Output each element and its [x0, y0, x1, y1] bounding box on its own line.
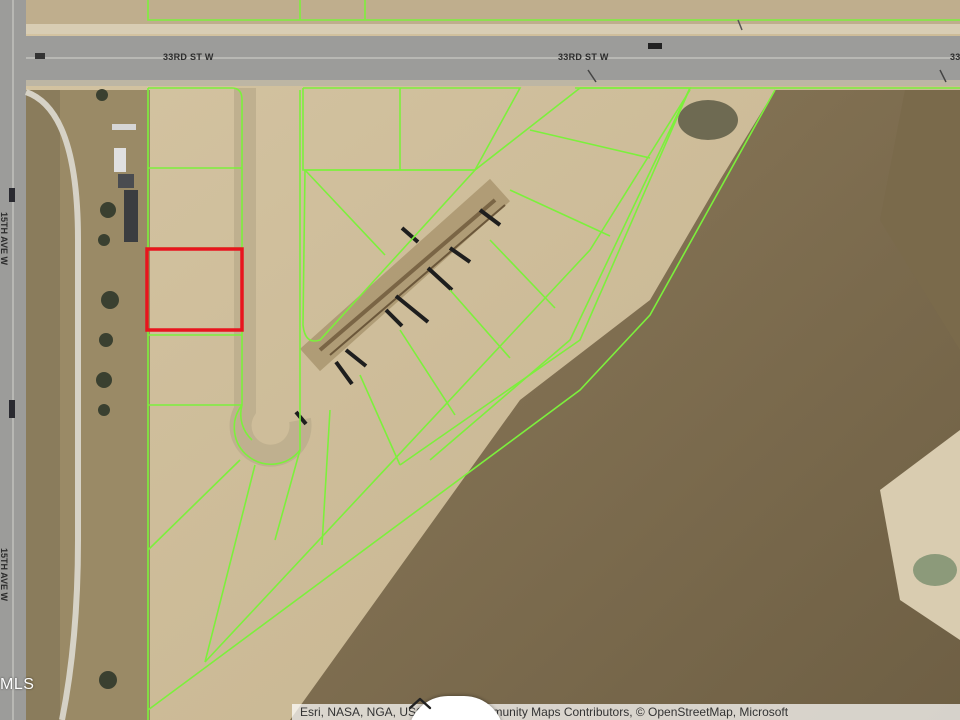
car	[648, 43, 662, 49]
trailer	[124, 190, 138, 242]
mls-watermark: MLS	[0, 676, 35, 693]
road-label-33rd-partial: 33	[950, 52, 960, 62]
road-label-33rd-top-middle: 33RD ST W	[558, 52, 609, 62]
road-label-33rd-top-left: 33RD ST W	[163, 52, 214, 62]
map-attribution: Esri, NASA, NGA, USGS | Esri Community M…	[292, 704, 960, 720]
road-label-15th-lower: 15TH AVE W	[0, 548, 9, 602]
map-view[interactable]: 33RD ST W 33RD ST W 33 15TH AVE W 15TH A…	[0, 0, 960, 720]
road-label-15th-upper: 15TH AVE W	[0, 212, 9, 266]
chevron-up-icon	[408, 697, 432, 710]
aerial-imagery: 33RD ST W 33RD ST W 33 15TH AVE W 15TH A…	[0, 0, 960, 720]
retention-pond	[678, 100, 738, 140]
